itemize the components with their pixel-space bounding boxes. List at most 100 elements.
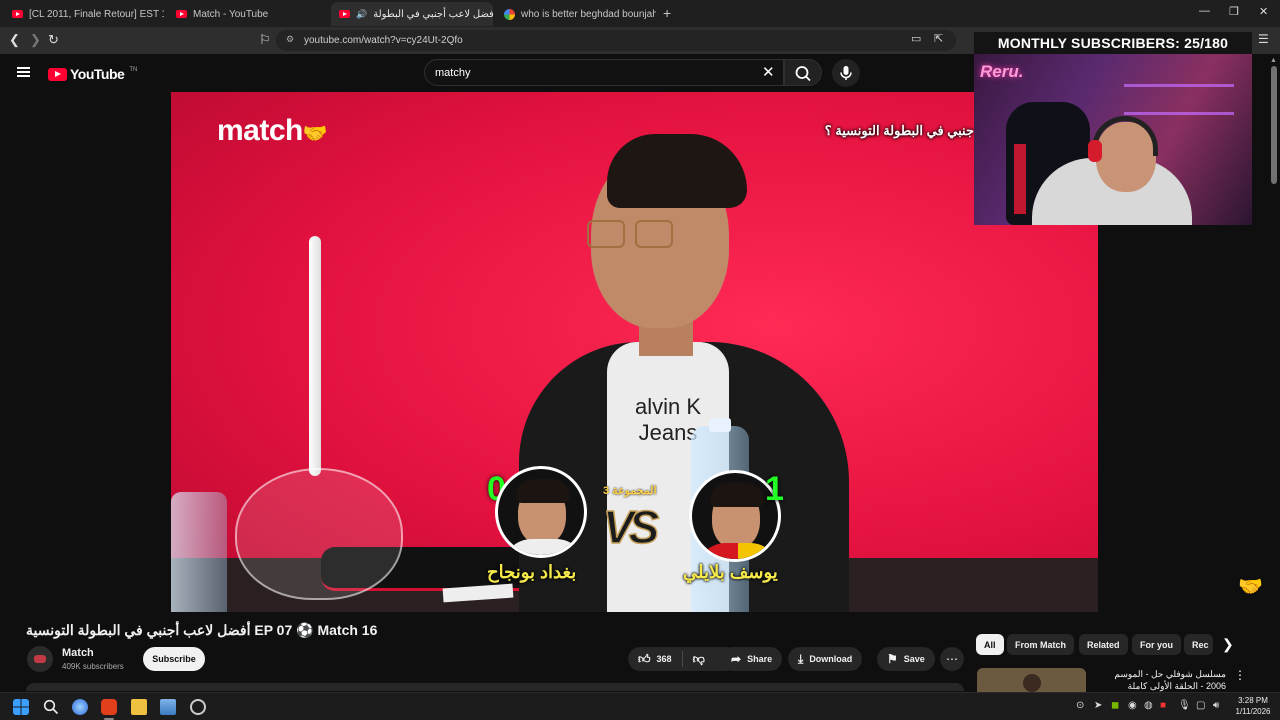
share-page-icon[interactable]: ⇱ bbox=[934, 32, 943, 45]
youtube-icon bbox=[176, 10, 187, 18]
bookmark-icon[interactable]: ⚐ bbox=[259, 32, 271, 48]
group-label: المجموعة 3 bbox=[603, 485, 657, 497]
volume-tray-icon[interactable]: 🔊︎ bbox=[1213, 700, 1219, 711]
youtube-icon bbox=[339, 10, 350, 18]
search-value: matchy bbox=[435, 66, 471, 79]
more-vert-icon[interactable]: ⋮ bbox=[1234, 668, 1246, 682]
thumbs-down-icon[interactable]: 👎︎ bbox=[693, 652, 705, 667]
reload-icon[interactable]: ↻ bbox=[48, 32, 59, 48]
system-clock[interactable]: 3:28 PM 1/11/2026 bbox=[1232, 695, 1274, 717]
thumbs-up-icon: 👍︎ bbox=[638, 651, 651, 666]
tab-title: Match - YouTube bbox=[193, 8, 269, 20]
clock-time: 3:28 PM bbox=[1238, 696, 1268, 705]
player-letterbox-left bbox=[0, 92, 171, 612]
cast-icon[interactable]: ▭ bbox=[911, 32, 921, 45]
chip-related[interactable]: Related bbox=[1079, 634, 1128, 655]
chip-from-match[interactable]: From Match bbox=[1007, 634, 1075, 655]
neon-sign: Reru. bbox=[980, 62, 1024, 81]
share-label: Share bbox=[747, 654, 773, 664]
channel-avatar[interactable] bbox=[27, 646, 53, 672]
channel-name[interactable]: Match bbox=[62, 647, 94, 659]
match-brand-logo: match🤝 bbox=[217, 114, 328, 148]
handshake-icon: 🤝 bbox=[302, 123, 328, 145]
steam-icon[interactable] bbox=[190, 699, 206, 715]
headset-cup bbox=[1088, 140, 1102, 162]
browser-tab[interactable]: [CL 2011, Finale Retour] EST 1-0 WAC bbox=[4, 2, 164, 26]
brave-browser-icon[interactable] bbox=[101, 699, 117, 715]
like-button[interactable]: 👍︎ 368 bbox=[638, 652, 672, 667]
restore-icon[interactable]: ❐ bbox=[1229, 5, 1239, 18]
download-label: Download bbox=[809, 654, 853, 664]
photos-icon[interactable] bbox=[160, 699, 176, 715]
browser-menu-icon[interactable]: ☰ bbox=[1258, 32, 1269, 46]
google-icon bbox=[504, 8, 515, 20]
handshake-watermark-icon: 🤝 bbox=[1238, 576, 1263, 598]
left-player-name: بغداد بونجاح bbox=[487, 562, 577, 582]
discord-tray-icon[interactable]: ◉ bbox=[1128, 700, 1137, 711]
close-window-icon[interactable]: ✕ bbox=[1259, 5, 1268, 18]
right-score: 1 bbox=[765, 470, 784, 508]
back-icon[interactable]: ❮ bbox=[9, 32, 20, 48]
search-taskbar-icon[interactable] bbox=[43, 699, 59, 715]
share-button[interactable]: ➦ Share bbox=[721, 647, 783, 671]
youtube-play-icon bbox=[48, 67, 67, 81]
browser-tab-active[interactable]: 🔊 أفضل لاعب أجنبي في البطولة ✕ bbox=[331, 2, 493, 26]
record-tray-icon[interactable]: ■ bbox=[1160, 700, 1166, 711]
minimize-icon[interactable]: — bbox=[1199, 5, 1210, 17]
display-tray-icon[interactable]: ▢ bbox=[1196, 700, 1205, 711]
logo-country: TN bbox=[129, 67, 138, 73]
browser-tab[interactable]: who is better beghdad bounjah or yo bbox=[496, 2, 656, 26]
chip-all[interactable]: All bbox=[976, 634, 1004, 655]
clock-date: 1/11/2026 bbox=[1235, 707, 1271, 716]
app-tray-icon[interactable]: ➤ bbox=[1094, 700, 1102, 711]
more-actions-icon[interactable]: ⋯ bbox=[940, 647, 964, 671]
bottle-cap bbox=[709, 418, 731, 432]
video-title: أفضل لاعب أجنبي في البطولة التونسية EP 0… bbox=[26, 622, 378, 638]
description-box[interactable] bbox=[26, 683, 964, 691]
share-icon: ➦ bbox=[731, 652, 742, 666]
chip-for-you[interactable]: For you bbox=[1132, 634, 1181, 655]
logo-wordmark: YouTube bbox=[70, 66, 125, 82]
save-label: Save bbox=[903, 654, 925, 664]
search-button[interactable] bbox=[784, 59, 822, 86]
nvidia-tray-icon[interactable]: ◼ bbox=[1111, 700, 1119, 711]
subscribe-button[interactable]: Subscribe bbox=[143, 647, 205, 671]
video-player[interactable]: match🤝 جنبي في البطولة التونسية ؟ alvin … bbox=[171, 92, 1098, 612]
download-icon: ⤓ bbox=[798, 651, 804, 666]
like-count: 368 bbox=[656, 654, 672, 664]
recommended-title[interactable]: مسلسل شوفلي حل - الموسم 2006 - الحلقة ال… bbox=[1092, 668, 1226, 692]
led-shelf bbox=[1124, 112, 1234, 115]
address-bar[interactable]: ⚙ youtube.com/watch?v=cy24Ut-2Qfo bbox=[276, 30, 956, 51]
download-button[interactable]: ⤓ Download bbox=[788, 647, 863, 671]
microphone-tray-icon[interactable]: 🎙︎ bbox=[1178, 700, 1191, 711]
forward-icon[interactable]: ❯ bbox=[30, 32, 41, 48]
new-tab-button[interactable]: + bbox=[663, 5, 671, 21]
glass-bowl-prop bbox=[235, 468, 403, 600]
windows-start-icon[interactable] bbox=[13, 699, 29, 715]
menu-icon[interactable] bbox=[17, 67, 30, 77]
clear-search-icon[interactable]: ✕ bbox=[762, 63, 775, 81]
left-player-avatar bbox=[495, 466, 587, 558]
tab-title: أفضل لاعب أجنبي في البطولة bbox=[373, 8, 493, 20]
chair-stripe bbox=[1014, 144, 1026, 214]
youtube-logo[interactable]: YouTube TN bbox=[48, 66, 137, 82]
save-button[interactable]: ⚑ Save bbox=[877, 647, 935, 671]
network-tray-icon[interactable]: ⊙ bbox=[1076, 700, 1084, 711]
site-info-icon[interactable]: ⚙ bbox=[286, 34, 294, 45]
chip-recently-uploaded[interactable]: Rec bbox=[1184, 634, 1213, 655]
brand-text: match bbox=[217, 114, 303, 147]
page-scrollbar[interactable] bbox=[1271, 66, 1277, 184]
video-caption: جنبي في البطولة التونسية ؟ bbox=[824, 123, 974, 138]
browser-tab-strip: [CL 2011, Finale Retour] EST 1-0 WAC Mat… bbox=[0, 0, 1280, 27]
voice-search-button[interactable] bbox=[832, 59, 860, 87]
speaker-icon[interactable]: 🔊 bbox=[356, 9, 367, 20]
file-explorer-icon[interactable] bbox=[131, 699, 147, 715]
chevron-right-icon[interactable]: ❯ bbox=[1222, 636, 1234, 653]
browser-tab[interactable]: Match - YouTube bbox=[168, 2, 328, 26]
app-tray-icon-2[interactable]: ◍ bbox=[1144, 700, 1153, 711]
app-orb-icon[interactable] bbox=[72, 699, 88, 715]
scroll-up-icon[interactable]: ▲ bbox=[1270, 57, 1277, 64]
tab-title: who is better beghdad bounjah or yo bbox=[521, 8, 656, 20]
search-input[interactable]: matchy bbox=[424, 59, 784, 86]
recommended-thumbnail[interactable] bbox=[977, 668, 1086, 692]
